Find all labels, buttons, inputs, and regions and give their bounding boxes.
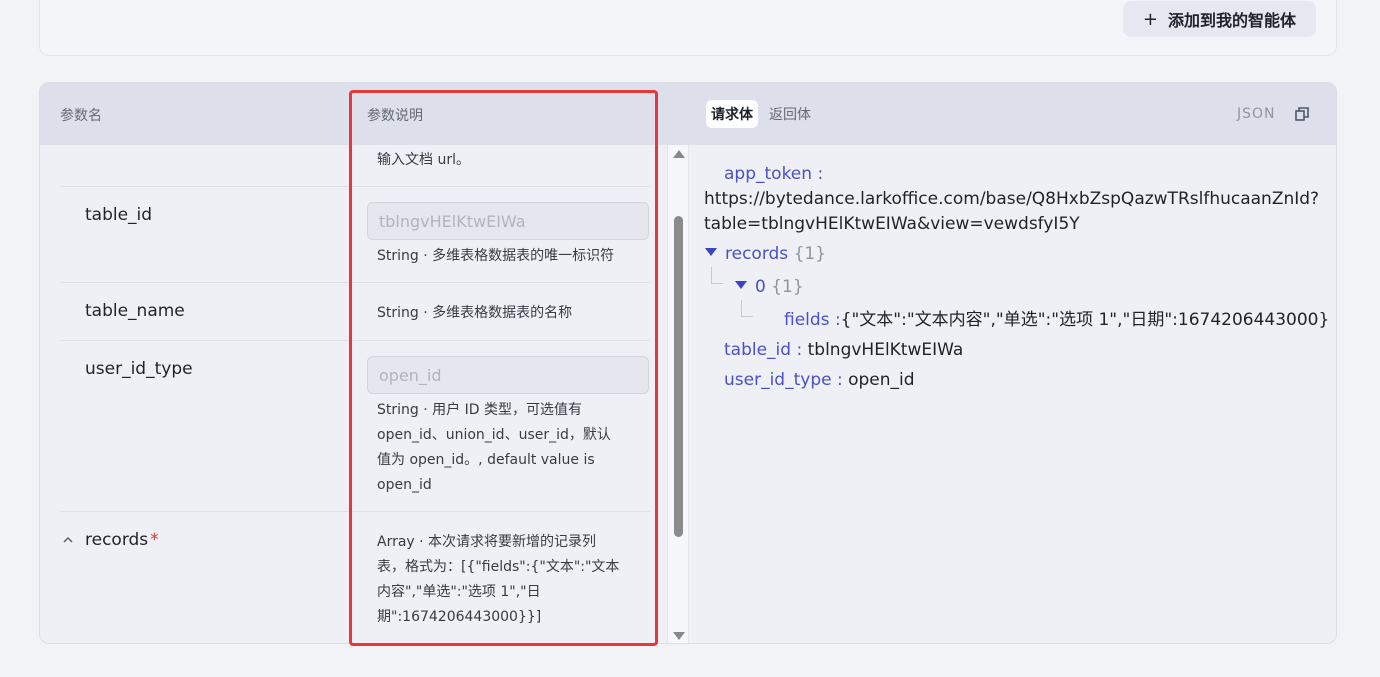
table-name-desc: String · 多维表格数据表的名称	[377, 305, 573, 321]
param-name-table-id: table_id	[85, 205, 153, 225]
desc-line: 内容","单选":"选项 1","日	[377, 584, 541, 600]
scroll-down-arrow-icon[interactable]	[673, 632, 685, 640]
row-divider	[60, 511, 650, 512]
desc-line: String · 用户 ID 类型，可选值有	[377, 402, 582, 418]
desc-line: 期":1674206443000}}]	[377, 609, 542, 625]
vertical-scrollbar[interactable]	[667, 145, 689, 643]
json-key: fields :	[784, 310, 841, 330]
user-id-type-desc: String · 用户 ID 类型，可选值有 open_id、union_id、…	[377, 398, 633, 498]
tree-connector	[741, 300, 753, 317]
row-divider	[60, 282, 650, 283]
body-tabs: 请求体 返回体	[706, 100, 816, 128]
scrollbar-thumb[interactable]	[674, 216, 683, 537]
json-key: user_id_type :	[724, 370, 843, 390]
json-key: 0	[755, 277, 766, 297]
caret-down-icon[interactable]	[705, 248, 717, 256]
plus-icon: +	[1142, 8, 1158, 30]
json-key: app_token :	[724, 164, 824, 184]
required-mark: *	[150, 530, 159, 550]
json-user-id-type-line: user_id_type : open_id	[724, 368, 915, 393]
param-name-header: 参数名	[60, 108, 102, 124]
table-id-desc: String · 多维表格数据表的唯一标识符	[377, 248, 615, 264]
json-fields-line: fields :{"文本":"文本内容","单选":"选项 1","日期":16…	[784, 308, 1329, 333]
user-id-type-input[interactable]	[367, 356, 649, 394]
desc-line: 表，格式为：[{"fields":{"文本":"文本	[377, 559, 620, 575]
param-name-table-name: table_name	[85, 301, 185, 321]
json-value: open_id	[848, 370, 915, 390]
row-divider	[60, 186, 650, 187]
json-value: tblngvHElKtwEIWa	[807, 340, 964, 360]
panel-header: 参数名 参数说明 请求体 返回体 JSON	[40, 83, 1336, 145]
api-params-panel: 参数名 参数说明 请求体 返回体 JSON 输入文档 url。 table_id…	[39, 82, 1337, 644]
json-table-id-line: table_id : tblngvHElKtwEIWa	[724, 338, 963, 363]
records-desc: Array · 本次请求将要新增的记录列 表，格式为：[{"fields":{"…	[377, 530, 633, 630]
chevron-up-icon[interactable]	[62, 534, 74, 546]
json-count: {1}	[771, 277, 804, 297]
tab-request-body[interactable]: 请求体	[706, 100, 758, 128]
copy-icon[interactable]	[1295, 107, 1309, 121]
json-value: {"文本":"文本内容","单选":"选项 1","日期":1674206443…	[840, 310, 1330, 330]
json-viewer: app_token : https://bytedance.larkoffice…	[689, 145, 1336, 643]
json-item-0-node[interactable]: 0 {1}	[735, 275, 804, 300]
desc-line: open_id	[377, 477, 432, 493]
tab-response-body[interactable]: 返回体	[764, 100, 816, 128]
row-divider	[60, 340, 650, 341]
param-desc-header: 参数说明	[367, 108, 423, 124]
desc-line: Array · 本次请求将要新增的记录列	[377, 534, 597, 550]
records-name: records	[85, 530, 149, 550]
add-to-my-agent-label: 添加到我的智能体	[1167, 11, 1296, 30]
scroll-up-arrow-icon[interactable]	[673, 150, 685, 158]
row-url-desc: 输入文档 url。	[377, 152, 470, 168]
param-name-records: records *	[85, 530, 159, 550]
json-app-token-key: app_token :	[724, 162, 823, 187]
tree-connector	[711, 267, 723, 284]
top-card: + 添加到我的智能体	[39, 0, 1337, 56]
json-key: table_id :	[724, 340, 803, 360]
json-count: {1}	[793, 244, 827, 264]
table-id-input[interactable]	[367, 202, 649, 240]
desc-line: 值为 open_id。, default value is	[377, 452, 595, 468]
json-app-token-value-2: table=tblngvHElKtwEIWa&view=vewdsfyI5Y	[704, 214, 1080, 234]
json-key: records	[725, 244, 789, 264]
json-records-node[interactable]: records {1}	[705, 242, 826, 267]
format-label: JSON	[1237, 106, 1276, 122]
caret-down-icon[interactable]	[735, 281, 747, 289]
json-app-token-value-1: https://bytedance.larkoffice.com/base/Q8…	[704, 189, 1320, 209]
desc-line: open_id、union_id、user_id，默认	[377, 427, 611, 443]
params-table: 输入文档 url。 table_id String · 多维表格数据表的唯一标识…	[40, 145, 667, 643]
add-to-my-agent-button[interactable]: + 添加到我的智能体	[1122, 1, 1316, 37]
param-name-user-id-type: user_id_type	[85, 359, 193, 379]
